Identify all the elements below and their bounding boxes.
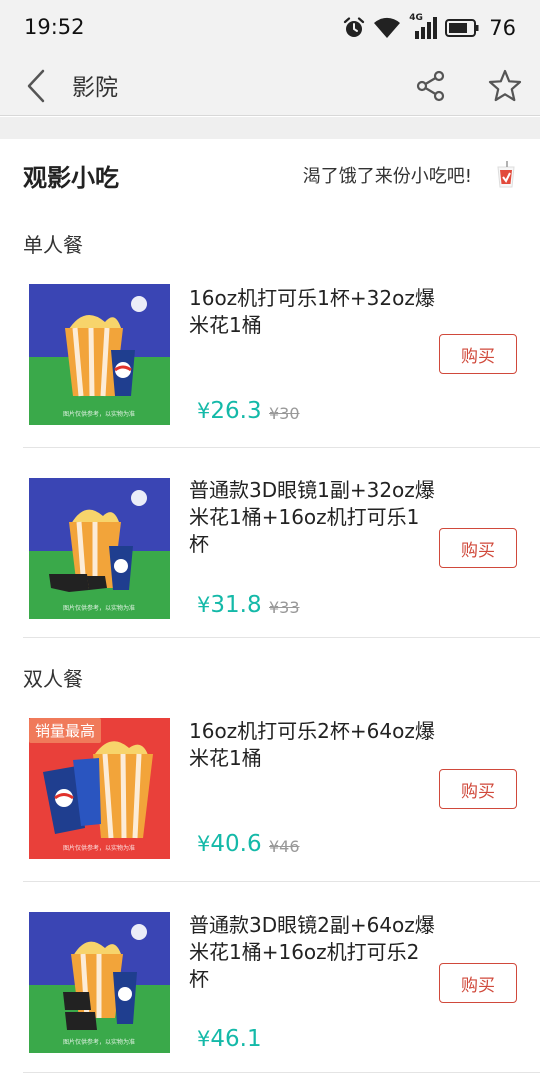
currency-symbol: ¥ [197,832,211,856]
list-item: 图片仅供参考，以实物为准 销量最高 16oz机打可乐2杯+64oz爆米花1桶 ¥… [23,692,540,882]
image-caption: 图片仅供参考，以实物为准 [63,410,135,418]
original-price: ¥33 [269,598,300,617]
back-button[interactable] [14,62,58,110]
snack-icon [497,161,515,188]
price-value: 31.8 [210,592,262,618]
buy-button[interactable]: 购买 [439,769,517,809]
currency-symbol: ¥ [197,399,211,423]
currency-symbol: ¥ [197,1027,211,1051]
item-name: 16oz机打可乐1杯+32oz爆米花1桶 [189,286,435,337]
product-image: 图片仅供参考，以实物为准 [29,284,170,425]
category-label: 双人餐 [23,667,83,691]
item-price: ¥46.1 [197,1026,262,1052]
item-name: 16oz机打可乐2杯+64oz爆米花1桶 [189,719,435,770]
image-caption: 图片仅供参考，以实物为准 [63,604,135,612]
status-time: 19:52 [24,15,85,39]
product-image: 图片仅供参考，以实物为准 [29,912,170,1053]
product-image: 图片仅供参考，以实物为准 [29,478,170,619]
wifi-icon [374,17,401,38]
bestseller-badge: 销量最高 [29,718,102,743]
original-price: ¥46 [269,837,300,856]
share-button[interactable] [408,62,454,110]
section-slogan: 渴了饿了来份小吃吧! [302,166,472,187]
product-image: 图片仅供参考，以实物为准 销量最高 [29,718,170,859]
item-price: ¥31.8 [197,592,262,618]
nav-bar: 影院 [0,56,540,116]
status-bar: 19:52 4G 76 [0,0,540,56]
section-title: 观影小吃 [23,164,119,192]
buy-button[interactable]: 购买 [439,963,517,1003]
price-value: 26.3 [210,398,262,424]
section-divider [0,117,540,139]
item-name: 普通款3D眼镜1副+32oz爆米花1桶+16oz机打可乐1杯 [189,478,435,556]
battery-percent: 76 [489,16,516,40]
status-icons: 4G 76 [343,13,516,42]
image-caption: 图片仅供参考，以实物为准 [63,844,135,852]
star-icon [488,69,522,102]
category-label: 单人餐 [23,233,83,257]
image-caption: 图片仅供参考，以实物为准 [63,1038,135,1046]
favorite-button[interactable] [482,62,528,110]
buy-button[interactable]: 购买 [439,528,517,568]
list-item: 图片仅供参考，以实物为准 普通款3D眼镜2副+64oz爆米花1桶+16oz机打可… [23,883,540,1073]
share-icon [416,70,445,102]
price-value: 46.1 [210,1026,262,1052]
item-price: ¥26.3 [197,398,262,424]
alarm-icon [344,17,365,37]
back-icon [27,69,45,103]
page-title: 影院 [72,75,118,101]
price-value: 40.6 [210,831,262,857]
item-name: 普通款3D眼镜2副+64oz爆米花1桶+16oz机打可乐2杯 [189,913,435,991]
battery-icon [445,19,479,37]
list-item: 图片仅供参考，以实物为准 16oz机打可乐1杯+32oz爆米花1桶 ¥26.3 … [23,258,540,448]
signal-icon: 4G [409,13,438,39]
buy-button[interactable]: 购买 [439,334,517,374]
item-price: ¥40.6 [197,831,262,857]
currency-symbol: ¥ [197,593,211,617]
list-item: 图片仅供参考，以实物为准 普通款3D眼镜1副+32oz爆米花1桶+16oz机打可… [23,448,540,638]
original-price: ¥30 [269,404,300,423]
